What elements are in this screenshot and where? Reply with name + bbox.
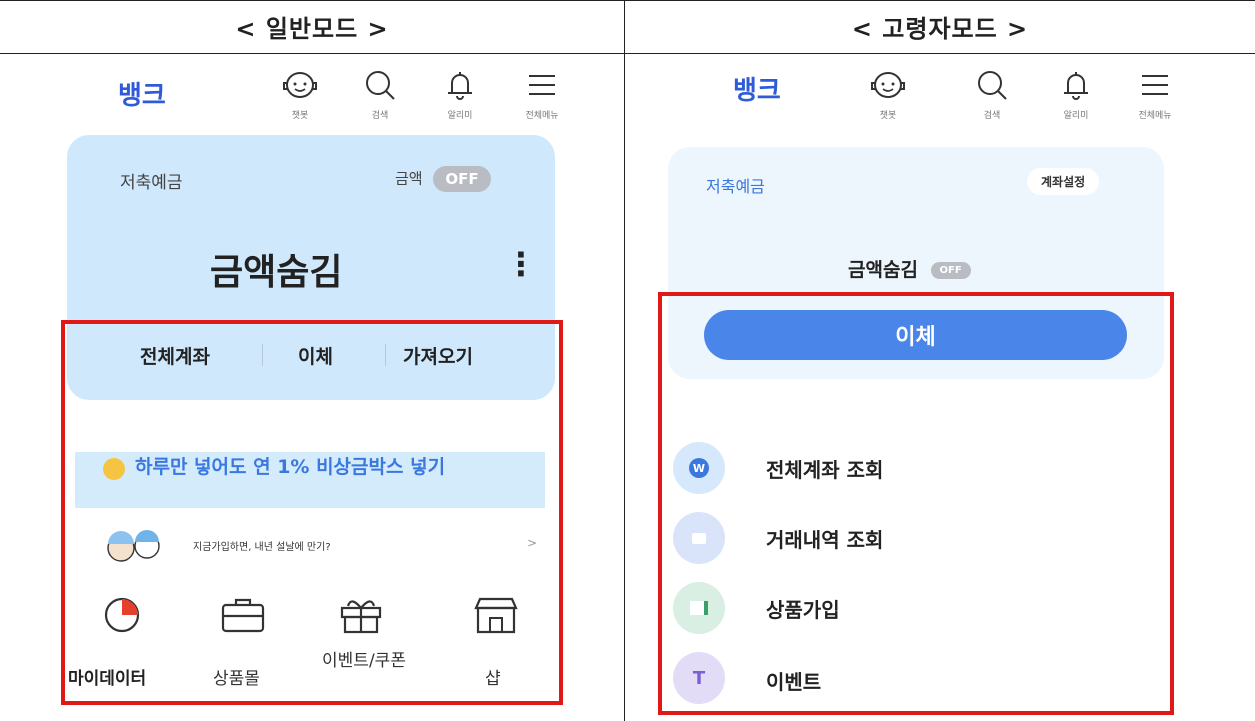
chatbot-label: 챗봇	[879, 111, 897, 121]
notification-button[interactable]: 알리미	[1046, 68, 1106, 121]
chatbot-icon	[283, 72, 317, 98]
full-menu-button[interactable]: 전체메뉴	[1125, 68, 1185, 121]
search-label: 검색	[371, 111, 389, 121]
notification-button[interactable]: 알리미	[430, 68, 490, 121]
hidden-amount: 금액숨김	[848, 259, 918, 281]
comparison-header: < 일반모드 > < 고령자모드 >	[0, 0, 1255, 54]
chatbot-button[interactable]: 챗봇	[858, 68, 918, 121]
highlight-box-normal	[61, 320, 563, 705]
chatbot-label: 챗봇	[291, 111, 309, 121]
full-menu-label: 전체메뉴	[525, 111, 559, 121]
bell-icon	[448, 72, 472, 100]
menu-icon	[1142, 75, 1168, 95]
notification-label: 알리미	[447, 111, 473, 121]
account-type: 저축예금	[706, 177, 765, 196]
account-settings-button[interactable]: 계좌설정	[1027, 168, 1100, 195]
bank-logo[interactable]: 뱅크	[733, 70, 781, 107]
normal-mode-title: < 일반모드 >	[235, 15, 389, 43]
amount-toggle[interactable]: OFF	[930, 262, 971, 279]
bank-logo[interactable]: 뱅크	[118, 75, 166, 112]
bell-icon	[1064, 72, 1088, 100]
full-menu-label: 전체메뉴	[1138, 111, 1172, 121]
menu-icon	[529, 75, 555, 95]
amount-toggle[interactable]: OFF	[433, 166, 491, 192]
more-options-icon[interactable]: ⋮	[505, 245, 537, 283]
senior-mode-title: < 고령자모드 >	[851, 15, 1029, 43]
search-label: 검색	[983, 111, 1001, 121]
notification-label: 알리미	[1063, 111, 1089, 121]
search-button[interactable]: 검색	[962, 68, 1022, 121]
chatbot-button[interactable]: 챗봇	[270, 68, 330, 121]
hidden-amount: 금액숨김	[210, 252, 343, 293]
account-type: 저축예금	[120, 173, 183, 193]
search-icon	[978, 71, 1007, 100]
column-divider	[624, 0, 625, 721]
hidden-amount-group[interactable]: 금액숨김 OFF	[848, 255, 971, 282]
full-menu-button[interactable]: 전체메뉴	[512, 68, 572, 121]
chatbot-icon	[871, 72, 905, 98]
amount-toggle-group[interactable]: 금액 OFF	[395, 166, 491, 192]
search-button[interactable]: 검색	[350, 68, 410, 121]
search-icon	[366, 71, 395, 100]
highlight-box-senior	[658, 292, 1174, 715]
amount-label: 금액	[395, 169, 423, 188]
